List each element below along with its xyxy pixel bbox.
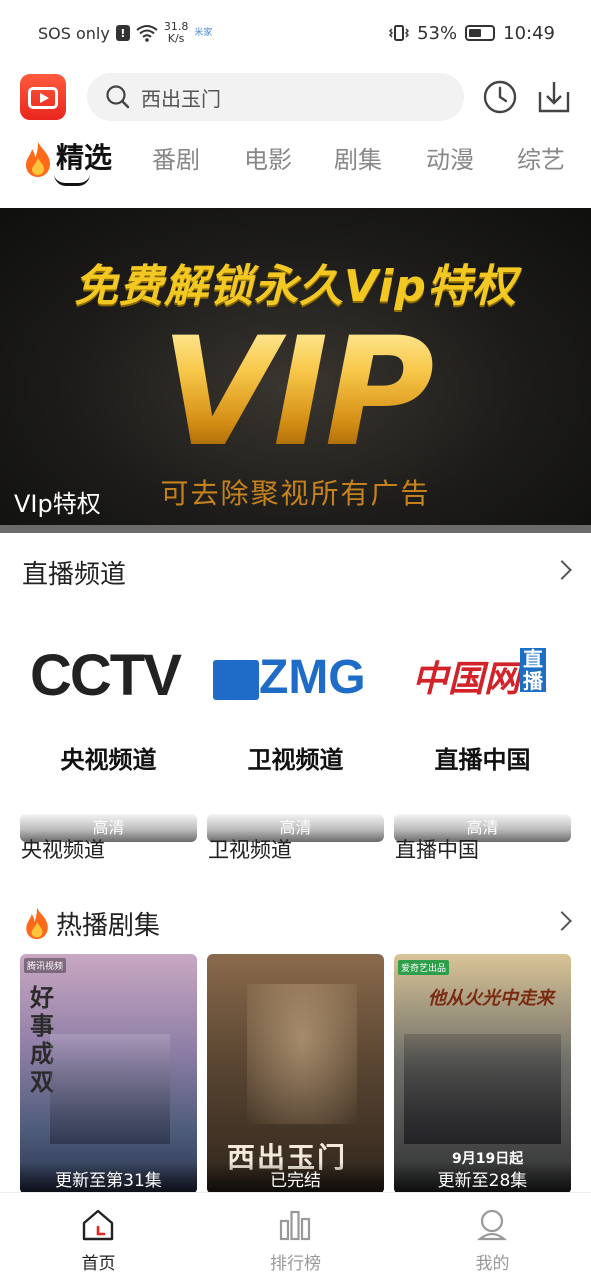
poster-figures [404, 1034, 561, 1144]
channel-name[interactable]: 央视频道 [21, 834, 105, 864]
nav-ranking[interactable]: 排行榜 [197, 1193, 394, 1280]
vibrate-icon [389, 25, 410, 41]
ranking-icon [279, 1210, 311, 1241]
chevron-right-icon[interactable] [552, 911, 572, 931]
poster-card[interactable]: 爱奇艺出品 他从火光中走来 9月19日起 更新至28集 [394, 954, 571, 1194]
clock-time: 10:49 [503, 22, 555, 44]
channel-card-cctv[interactable]: CCTV 央视频道 高清 [20, 620, 197, 842]
episode-status: 更新至第31集 [20, 1162, 197, 1194]
carrier-text: SOS only [38, 23, 110, 43]
episode-status: 更新至28集 [394, 1162, 571, 1194]
banner-indicator-bar [0, 525, 591, 533]
poster-corner-badge: 腾讯视频 [24, 958, 67, 973]
cctv-logo: CCTV 央视频道 [20, 620, 197, 800]
tab-variety[interactable]: 综艺 [517, 140, 565, 175]
category-tabs: 精选 番剧 电影 剧集 动漫 综艺 [0, 134, 591, 190]
top-header: 西出玉门 [0, 72, 591, 124]
download-icon[interactable] [537, 80, 571, 114]
wifi-icon [136, 25, 158, 42]
hot-section-title: 热播剧集 [56, 911, 161, 941]
banner-headline: 免费解锁永久Vip特权 [74, 261, 517, 312]
channel-name[interactable]: 卫视频道 [208, 834, 292, 864]
banner-caption: VIp特权 [14, 490, 101, 518]
channel-card-zmg[interactable]: ZMG 卫视频道 高清 [207, 620, 384, 842]
poster-figures [50, 1034, 170, 1144]
china-net-logo-text: 中国网 [412, 659, 521, 700]
channel-logo-caption: 直播中国 [434, 746, 531, 774]
battery-icon [465, 25, 496, 41]
poster-figures [247, 984, 357, 1124]
zmg-z-icon [213, 660, 259, 700]
channel-name[interactable]: 直播中国 [395, 834, 479, 864]
tab-anime-series[interactable]: 番剧 [152, 140, 200, 175]
tv-icon [28, 87, 58, 109]
tab-animation[interactable]: 动漫 [426, 140, 474, 175]
fire-icon [26, 907, 48, 940]
tab-tv-series[interactable]: 剧集 [334, 140, 382, 175]
search-input[interactable]: 西出玉门 [87, 73, 464, 121]
app-tag-badge: 米家 [194, 28, 213, 38]
tab-featured[interactable]: 精选 [56, 136, 112, 176]
app-logo[interactable] [20, 74, 66, 120]
search-placeholder: 西出玉门 [141, 86, 221, 111]
live-section-title: 直播频道 [22, 560, 127, 590]
poster-title-art: 他从火光中走来 [428, 988, 554, 1009]
alert-icon: ! [115, 25, 130, 41]
cctv-logo-text: CCTV [30, 643, 182, 708]
channel-logo-caption: 央视频道 [60, 746, 157, 774]
home-icon [82, 1209, 114, 1241]
fire-icon [26, 142, 50, 177]
china-net-logo: 中国网 直播 直播中国 [394, 620, 571, 800]
vip-banner[interactable]: 免费解锁永久Vip特权 VIP 可去除聚视所有广告 VIp特权 [0, 208, 591, 533]
status-bar: SOS only ! 31.8 K/s 米家 53% 10:49 [0, 0, 591, 66]
episode-status: 已完结 [207, 1162, 384, 1194]
profile-icon [476, 1209, 508, 1241]
tab-movies[interactable]: 电影 [244, 140, 292, 175]
banner-vip-text: VIP [0, 318, 591, 468]
poster-card[interactable]: 腾讯视频 好事成双 更新至第31集 [20, 954, 197, 1194]
battery-percent: 53% [417, 22, 458, 44]
tab-active-indicator [54, 174, 90, 186]
network-speed: 31.8 K/s [164, 21, 189, 45]
zmg-logo-text: ZMG [259, 651, 366, 704]
chevron-right-icon[interactable] [552, 560, 572, 580]
channel-logo-caption: 卫视频道 [247, 746, 344, 774]
bottom-navigation: 首页 排行榜 我的 [0, 1192, 591, 1280]
poster-corner-badge: 爱奇艺出品 [398, 960, 450, 975]
nav-label: 首页 [81, 1254, 116, 1274]
status-bar-right: 53% 10:49 [389, 23, 555, 44]
battery-fill [469, 29, 481, 37]
poster-card[interactable]: 西出玉门 已完结 [207, 954, 384, 1194]
clock-icon[interactable] [483, 80, 517, 114]
nav-profile[interactable]: 我的 [394, 1193, 591, 1280]
channel-card-china-live[interactable]: 中国网 直播 直播中国 高清 [394, 620, 571, 842]
status-bar-left: SOS only ! 31.8 K/s 米家 [38, 21, 212, 45]
zmg-logo: ZMG 卫视频道 [207, 620, 384, 800]
nav-label: 我的 [475, 1254, 510, 1274]
nav-label: 排行榜 [270, 1254, 321, 1274]
nav-home[interactable]: 首页 [0, 1193, 197, 1280]
china-net-live-badge: 直播 [520, 648, 546, 692]
search-icon [106, 85, 130, 109]
network-speed-unit: K/s [167, 32, 185, 45]
